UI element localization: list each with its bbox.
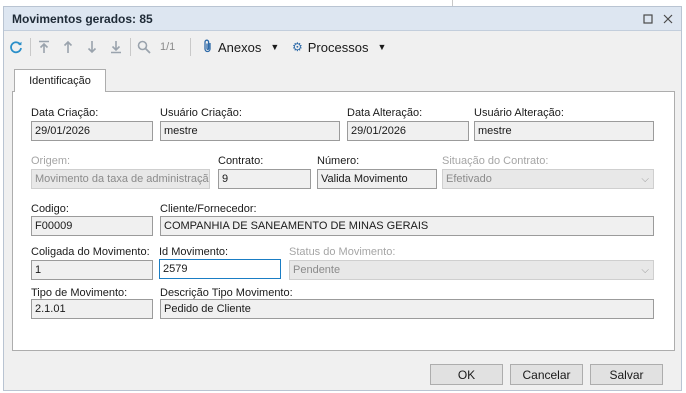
title-bar: Movimentos gerados: 85 <box>4 7 681 31</box>
chevron-down-icon: ⌵ <box>641 265 649 276</box>
close-icon[interactable] <box>660 11 676 27</box>
status-movimento-select[interactable]: Pendente ⌵ <box>289 260 654 280</box>
numero-field[interactable]: Valida Movimento <box>317 169 437 189</box>
situacao-contrato-select[interactable]: Efetivado ⌵ <box>442 169 654 189</box>
contrato-label: Contrato: <box>218 155 264 167</box>
toolbar: 1/1 Anexos ▼ ⚙ Processos ▼ <box>4 32 681 61</box>
codigo-field[interactable]: F00009 <box>31 216 153 236</box>
toolbar-separator <box>30 38 31 56</box>
cliente-fornecedor-label: Cliente/Fornecedor: <box>160 203 257 215</box>
chevron-down-icon: ⌵ <box>641 174 649 185</box>
data-criacao-label: Data Criação: <box>31 107 99 119</box>
numero-label: Número: <box>317 155 360 167</box>
chevron-down-icon: ▼ <box>270 42 280 52</box>
cancelar-button[interactable]: Cancelar <box>510 364 583 385</box>
anexos-label: Anexos <box>218 39 262 55</box>
coligada-movimento-label: Coligada do Movimento: <box>31 246 150 258</box>
data-alteracao-field[interactable]: 29/01/2026 <box>347 121 469 141</box>
descricao-tipo-movimento-label: Descrição Tipo Movimento: <box>160 287 293 299</box>
usuario-alteracao-label: Usuário Alteração: <box>474 107 564 119</box>
chevron-down-icon: ⌵ <box>197 174 205 185</box>
tipo-movimento-field[interactable]: 2.1.01 <box>31 299 153 319</box>
tab-identificacao[interactable]: Identificação <box>14 69 106 92</box>
chevron-down-icon: ▼ <box>377 42 387 52</box>
data-criacao-field[interactable]: 29/01/2026 <box>31 121 153 141</box>
toolbar-separator <box>190 38 191 56</box>
status-movimento-label: Status do Movimento: <box>289 246 396 258</box>
last-record-icon[interactable] <box>108 39 124 55</box>
usuario-criacao-label: Usuário Criação: <box>160 107 242 119</box>
origem-label: Origem: <box>31 155 71 167</box>
next-record-icon[interactable] <box>84 39 100 55</box>
identificacao-panel: Data Criação: 29/01/2026 Usuário Criação… <box>12 91 675 351</box>
tipo-movimento-label: Tipo de Movimento: <box>31 287 128 299</box>
processos-label: Processos <box>307 39 369 55</box>
toolbar-separator <box>130 38 131 56</box>
usuario-criacao-field[interactable]: mestre <box>160 121 340 141</box>
gear-icon: ⚙ <box>292 40 303 54</box>
coligada-movimento-field[interactable]: 1 <box>31 260 153 280</box>
paperclip-icon <box>203 39 213 56</box>
cliente-fornecedor-field[interactable]: COMPANHIA DE SANEAMENTO DE MINAS GERAIS <box>160 216 654 236</box>
previous-record-icon[interactable] <box>60 39 76 55</box>
window-title: Movimentos gerados: 85 <box>12 12 153 26</box>
dialog-window: Movimentos gerados: 85 1/1 Anexos ▼ ⚙ Pr… <box>3 6 682 391</box>
situacao-contrato-value: Efetivado <box>446 173 492 185</box>
refresh-icon[interactable] <box>8 39 24 55</box>
status-movimento-value: Pendente <box>293 264 341 276</box>
first-record-icon[interactable] <box>36 39 52 55</box>
contrato-field[interactable]: 9 <box>218 169 311 189</box>
situacao-contrato-label: Situação do Contrato: <box>442 155 549 167</box>
ok-button[interactable]: OK <box>430 364 503 385</box>
data-alteracao-label: Data Alteração: <box>347 107 423 119</box>
anexos-menu-button[interactable]: Anexos ▼ <box>203 39 279 55</box>
origem-value: Movimento da taxa de administração <box>35 173 210 185</box>
usuario-alteracao-field[interactable]: mestre <box>474 121 654 141</box>
tab-strip: Identificação <box>12 67 675 92</box>
id-movimento-label: Id Movimento: <box>159 246 229 258</box>
processos-menu-button[interactable]: ⚙ Processos ▼ <box>292 39 386 55</box>
id-movimento-field[interactable]: 2579 <box>159 259 281 279</box>
maximize-icon[interactable] <box>640 11 656 27</box>
search-icon[interactable] <box>136 39 152 55</box>
descricao-tipo-movimento-field[interactable]: Pedido de Cliente <box>160 299 654 319</box>
pager-text: 1/1 <box>160 41 176 53</box>
salvar-button[interactable]: Salvar <box>590 364 663 385</box>
origem-select[interactable]: Movimento da taxa de administração ⌵ <box>31 169 210 189</box>
codigo-label: Codigo: <box>31 203 69 215</box>
